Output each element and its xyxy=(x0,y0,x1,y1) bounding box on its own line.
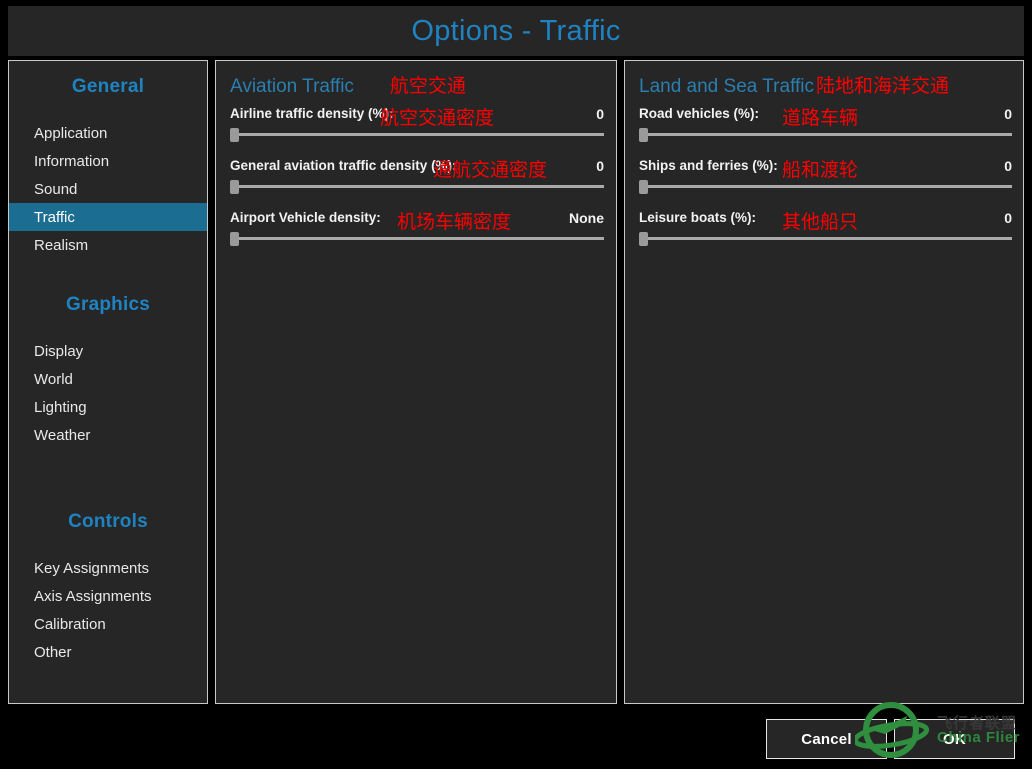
setting-value: 0 xyxy=(596,158,604,174)
sidebar-item-sound[interactable]: Sound xyxy=(9,175,207,203)
ok-button-label: OK xyxy=(943,730,966,748)
window-titlebar: Options - Traffic xyxy=(8,6,1024,56)
setting-label: Ships and ferries (%): xyxy=(639,158,778,173)
sidebar-item-axis-assignments[interactable]: Axis Assignments xyxy=(9,582,207,610)
slider-handle[interactable] xyxy=(639,128,648,142)
sidebar-item-weather[interactable]: Weather xyxy=(9,421,207,449)
setting-label: Road vehicles (%): xyxy=(639,106,760,121)
sidebar-item-world[interactable]: World xyxy=(9,365,207,393)
land-section-title: Land and Sea Traffic 陆地和海洋交通 xyxy=(639,71,949,98)
sidebar-item-label: Sound xyxy=(34,180,78,198)
slider-handle[interactable] xyxy=(230,180,239,194)
setting-annotation: 道路车辆 xyxy=(782,108,859,129)
setting-label: Airline traffic density (%): xyxy=(230,106,394,121)
sidebar-item-label: Weather xyxy=(34,426,91,444)
sidebar-item-key-assignments[interactable]: Key Assignments xyxy=(9,554,207,582)
slider-track[interactable] xyxy=(230,185,604,188)
setting-annotation: 通航交通密度 xyxy=(433,160,548,181)
slider-track[interactable] xyxy=(639,237,1012,240)
aviation-traffic-panel: Aviation Traffic 航空交通 Airline traffic den… xyxy=(215,60,617,704)
sidebar-item-calibration[interactable]: Calibration xyxy=(9,610,207,638)
slider-track[interactable] xyxy=(230,237,604,240)
aviation-section-title-text: Aviation Traffic xyxy=(230,76,354,97)
sidebar-item-label: Lighting xyxy=(34,398,87,416)
setting-label: General aviation traffic density (%): xyxy=(230,158,457,173)
sidebar-item-label: World xyxy=(34,370,73,388)
sidebar-item-label: Traffic xyxy=(34,208,75,226)
slider-handle[interactable] xyxy=(639,180,648,194)
sidebar-item-label: Realism xyxy=(34,236,89,254)
land-sea-traffic-panel: Land and Sea Traffic 陆地和海洋交通 Road vehicle… xyxy=(624,60,1024,704)
slider-general-aviation-traffic-density[interactable] xyxy=(230,180,604,194)
sidebar-item-application[interactable]: Application xyxy=(9,119,207,147)
aviation-section-title-annotation: 航空交通 xyxy=(389,76,466,97)
options-window: Options - Traffic General Graphics Contr… xyxy=(0,0,1032,769)
sidebar-item-display[interactable]: Display xyxy=(9,337,207,365)
setting-value: None xyxy=(569,210,604,226)
setting-label: Leisure boats (%): xyxy=(639,210,757,225)
sidebar-item-traffic[interactable]: Traffic xyxy=(9,203,207,231)
sidebar-item-other[interactable]: Other xyxy=(9,638,207,666)
sidebar-item-label: Application xyxy=(34,124,108,142)
slider-airport-vehicle-density[interactable] xyxy=(230,232,604,246)
setting-value: 0 xyxy=(1004,106,1012,122)
page-title: Options - Traffic xyxy=(411,14,621,47)
slider-handle[interactable] xyxy=(230,232,239,246)
land-section-title-annotation: 陆地和海洋交通 xyxy=(816,76,950,97)
ok-button[interactable]: OK xyxy=(894,719,1015,759)
setting-annotation: 其他船只 xyxy=(782,212,859,233)
slider-road-vehicles[interactable] xyxy=(639,128,1012,142)
setting-annotation: 机场车辆密度 xyxy=(397,212,512,233)
setting-value: 0 xyxy=(1004,158,1012,174)
sidebar-item-label: Other xyxy=(34,643,72,661)
sidebar-panel: General Graphics Controls Application In… xyxy=(8,60,208,704)
sidebar-item-label: Calibration xyxy=(34,615,106,633)
slider-ships-and-ferries[interactable] xyxy=(639,180,1012,194)
setting-label: Airport Vehicle density: xyxy=(230,210,381,225)
slider-handle[interactable] xyxy=(639,232,648,246)
cancel-button-label: Cancel xyxy=(801,730,852,748)
sidebar-item-label: Axis Assignments xyxy=(34,587,152,605)
sidebar-item-label: Information xyxy=(34,152,110,170)
slider-track[interactable] xyxy=(639,133,1012,136)
sidebar-item-realism[interactable]: Realism xyxy=(9,231,207,259)
setting-annotation: 航空交通密度 xyxy=(380,108,495,129)
sidebar-item-information[interactable]: Information xyxy=(9,147,207,175)
slider-airline-traffic-density[interactable] xyxy=(230,128,604,142)
sidebar-group-title-general: General xyxy=(71,76,145,97)
slider-handle[interactable] xyxy=(230,128,239,142)
setting-value: 0 xyxy=(1004,210,1012,226)
sidebar-item-label: Display xyxy=(34,342,84,360)
slider-track[interactable] xyxy=(639,185,1012,188)
setting-value: 0 xyxy=(596,106,604,122)
panels-container: General Graphics Controls Application In… xyxy=(8,60,1024,704)
land-section-title-text: Land and Sea Traffic xyxy=(639,76,814,97)
slider-track[interactable] xyxy=(230,133,604,136)
cancel-button[interactable]: Cancel xyxy=(766,719,887,759)
sidebar-item-lighting[interactable]: Lighting xyxy=(9,393,207,421)
setting-annotation: 船和渡轮 xyxy=(782,160,859,181)
slider-leisure-boats[interactable] xyxy=(639,232,1012,246)
sidebar-group-title-graphics: Graphics xyxy=(66,294,150,315)
sidebar-item-label: Key Assignments xyxy=(34,559,150,577)
aviation-section-title: Aviation Traffic 航空交通 xyxy=(230,71,466,98)
sidebar-group-title-controls: Controls xyxy=(68,511,148,532)
